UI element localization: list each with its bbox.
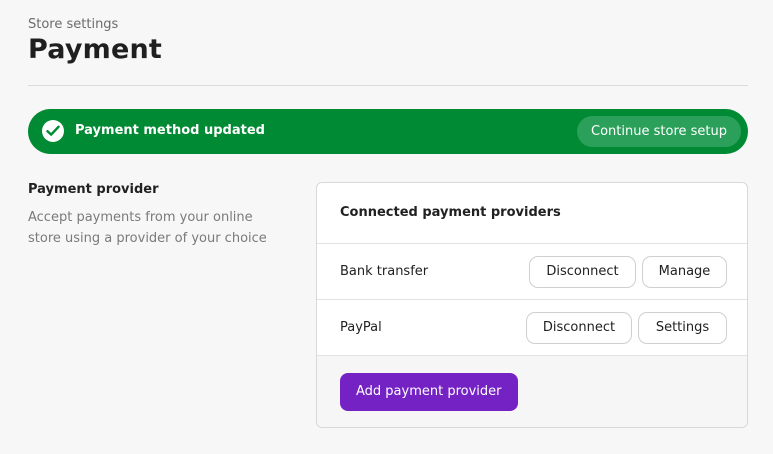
settings-button[interactable]: Settings (638, 312, 727, 344)
disconnect-button[interactable]: Disconnect (529, 256, 636, 288)
manage-button[interactable]: Manage (642, 256, 727, 288)
add-payment-provider-button[interactable]: Add payment provider (340, 373, 518, 411)
provider-name: Bank transfer (340, 264, 429, 279)
provider-row-paypal: PayPal Disconnect Settings (317, 300, 747, 356)
continue-store-setup-button[interactable]: Continue store setup (577, 116, 741, 147)
banner-message: Payment method updated (75, 123, 265, 138)
providers-card: Connected payment providers Bank transfe… (316, 182, 748, 428)
section-title: Payment provider (28, 182, 159, 197)
provider-row-bank-transfer: Bank transfer Disconnect Manage (317, 244, 747, 300)
disconnect-button[interactable]: Disconnect (526, 312, 632, 344)
check-circle-icon (42, 120, 64, 142)
header-divider (28, 85, 748, 86)
breadcrumb[interactable]: Store settings (28, 17, 118, 32)
card-title: Connected payment providers (317, 183, 747, 244)
provider-name: PayPal (340, 320, 382, 335)
success-banner: Payment method updated Continue store se… (28, 109, 748, 154)
section-description: Accept payments from your online store u… (28, 210, 267, 246)
page-title: Payment (28, 34, 163, 65)
card-footer: Add payment provider (317, 356, 747, 427)
